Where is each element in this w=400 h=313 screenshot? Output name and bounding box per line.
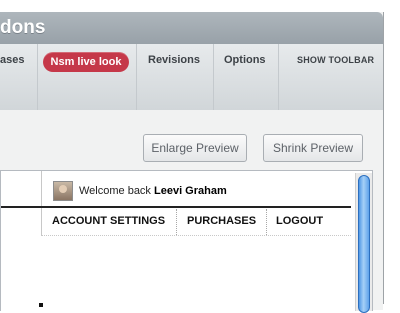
- title-bar: dons: [0, 12, 383, 44]
- logout-link[interactable]: LOGOUT: [276, 215, 323, 227]
- dotted-rule: [41, 235, 351, 236]
- nav-separator: [213, 44, 214, 110]
- nav-separator: [37, 44, 38, 110]
- welcome-prefix: Welcome back: [79, 185, 151, 197]
- window-title: dons: [0, 17, 46, 38]
- user-name: Leevi Graham: [154, 185, 227, 197]
- welcome-message: Welcome back Leevi Graham: [79, 185, 227, 197]
- header-rule: [1, 206, 351, 208]
- app-window: dons ases Nsm live look Revisions Option…: [0, 12, 384, 313]
- avatar: [53, 181, 73, 201]
- bullet-mark: [39, 303, 43, 307]
- column-divider: [41, 171, 42, 235]
- main-content: Enlarge Preview Shrink Preview Welcome b…: [0, 110, 383, 313]
- nav-item-releases[interactable]: ases: [0, 44, 24, 77]
- scrollbar-thumb[interactable]: [358, 175, 370, 313]
- nav-item-options[interactable]: Options: [224, 44, 266, 77]
- link-separator: [266, 209, 267, 235]
- nav-item-revisions[interactable]: Revisions: [148, 44, 200, 77]
- account-settings-link[interactable]: ACCOUNT SETTINGS: [52, 215, 165, 227]
- nav-separator: [136, 44, 137, 110]
- shrink-preview-button[interactable]: Shrink Preview: [263, 134, 363, 162]
- purchases-link[interactable]: PURCHASES: [187, 215, 256, 227]
- nav-separator: [278, 44, 279, 110]
- vertical-scrollbar[interactable]: [355, 173, 372, 313]
- enlarge-preview-button[interactable]: Enlarge Preview: [143, 134, 247, 162]
- show-toolbar-link[interactable]: SHOW TOOLBAR: [297, 44, 374, 77]
- nav-bar: ases Nsm live look Revisions Options SHO…: [0, 44, 383, 111]
- nav-item-live-look[interactable]: Nsm live look: [43, 52, 129, 72]
- link-separator: [176, 209, 177, 235]
- preview-frame: Welcome back Leevi Graham ACCOUNT SETTIN…: [0, 170, 373, 313]
- user-bar: Welcome back Leevi Graham: [1, 171, 351, 206]
